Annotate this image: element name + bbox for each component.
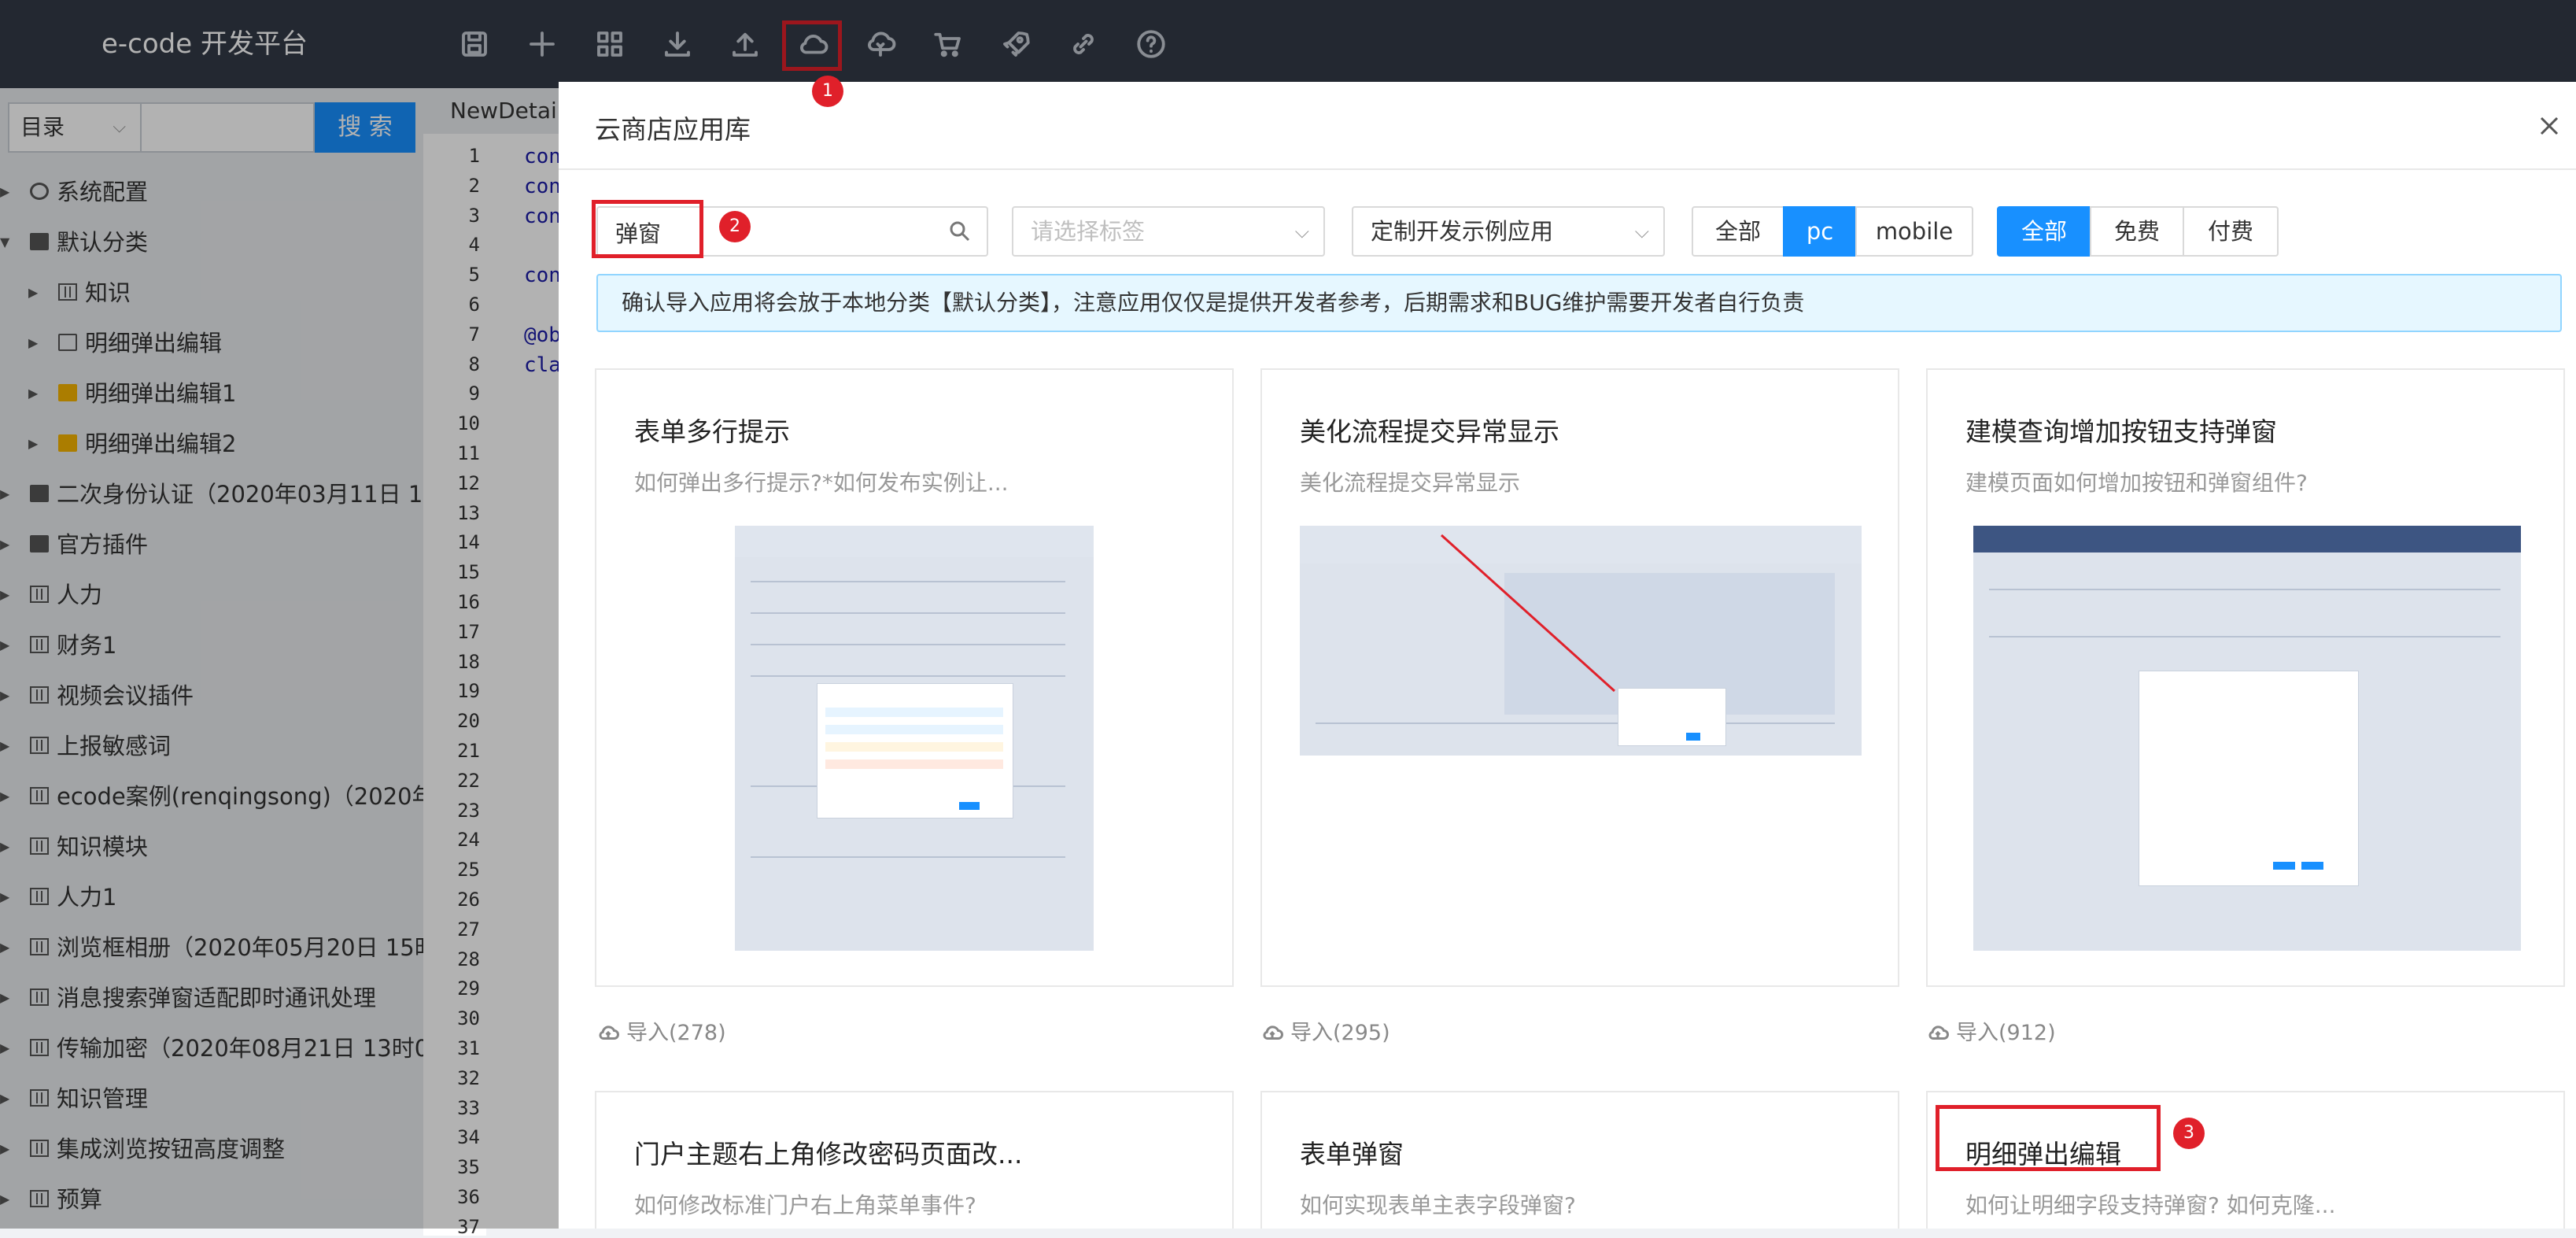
close-icon[interactable]	[2534, 110, 2565, 142]
cloud-upload-icon	[1263, 1026, 1283, 1040]
card-title: 建模查询增加按钮支持弹窗	[1965, 416, 2277, 447]
card-desc: 建模页面如何增加按钮和弹窗组件?	[1965, 470, 2308, 496]
modal-divider	[559, 168, 2576, 170]
card-preview-image	[1300, 526, 1862, 756]
card-preview-image	[1973, 526, 2521, 951]
card-title: 美化流程提交异常显示	[1300, 416, 1559, 447]
annotation-box-3	[1936, 1105, 2161, 1171]
app-type-select[interactable]: 定制开发示例应用 ⌵	[1352, 206, 1665, 257]
app-card[interactable]: 表单弹窗 如何实现表单主表字段弹窗?	[1260, 1091, 1899, 1229]
annotation-badge-2: 2	[719, 211, 751, 242]
tag-select[interactable]: 请选择标签 ⌵	[1012, 206, 1325, 257]
platform-pc-button[interactable]: pc	[1783, 206, 1857, 257]
card-desc: 如何实现表单主表字段弹窗?	[1300, 1192, 1576, 1218]
import-button[interactable]: 导入(278)	[596, 1015, 726, 1046]
annotation-badge-1: 1	[812, 76, 843, 107]
price-paid-button[interactable]: 付费	[2183, 206, 2279, 257]
annotation-badge-3: 3	[2173, 1118, 2205, 1149]
annotation-box-2	[592, 200, 703, 258]
card-desc: 如何修改标准门户右上角菜单事件?	[634, 1192, 976, 1218]
price-free-button[interactable]: 免费	[2090, 206, 2184, 257]
app-card[interactable]: 门户主题右上角修改密码页面改... 如何修改标准门户右上角菜单事件?	[595, 1091, 1234, 1229]
cloud-upload-icon	[1928, 1026, 1949, 1040]
chevron-down-icon: ⌵	[1634, 220, 1649, 242]
search-icon[interactable]	[947, 219, 972, 244]
app-card[interactable]: 表单多行提示 如何弹出多行提示?*如何发布实例让...	[595, 368, 1234, 987]
card-preview-image	[735, 526, 1094, 951]
card-title: 表单弹窗	[1300, 1139, 1404, 1170]
price-all-button[interactable]: 全部	[1997, 206, 2091, 257]
import-button[interactable]: 导入(912)	[1926, 1015, 2056, 1046]
card-title: 表单多行提示	[634, 416, 790, 447]
platform-mobile-button[interactable]: mobile	[1855, 206, 1973, 257]
card-desc: 如何让明细字段支持弹窗? 如何克隆...	[1965, 1192, 2336, 1218]
platform-filter: 全部 pc mobile	[1692, 206, 1973, 257]
chevron-down-icon: ⌵	[1294, 220, 1309, 242]
app-card[interactable]: 美化流程提交异常显示 美化流程提交异常显示	[1260, 368, 1899, 987]
cloud-upload-icon	[599, 1026, 619, 1040]
import-button[interactable]: 导入(295)	[1260, 1015, 1390, 1046]
card-title: 门户主题右上角修改密码页面改...	[634, 1139, 1023, 1170]
app-store-modal: 云商店应用库 请选择标签⌵ 定制开发示例应用⌵ 全部 pc mobile 全部 …	[559, 82, 2576, 1229]
card-desc: 美化流程提交异常显示	[1300, 470, 1521, 496]
platform-all-button[interactable]: 全部	[1692, 206, 1784, 257]
import-notice: 确认导入应用将会放于本地分类【默认分类】，注意应用仅仅是提供开发者参考，后期需求…	[596, 274, 2562, 332]
modal-title: 云商店应用库	[595, 114, 751, 145]
app-card[interactable]: 建模查询增加按钮支持弹窗 建模页面如何增加按钮和弹窗组件?	[1926, 368, 2565, 987]
price-filter: 全部 免费 付费	[1997, 206, 2279, 257]
card-desc: 如何弹出多行提示?*如何发布实例让...	[634, 470, 1009, 496]
